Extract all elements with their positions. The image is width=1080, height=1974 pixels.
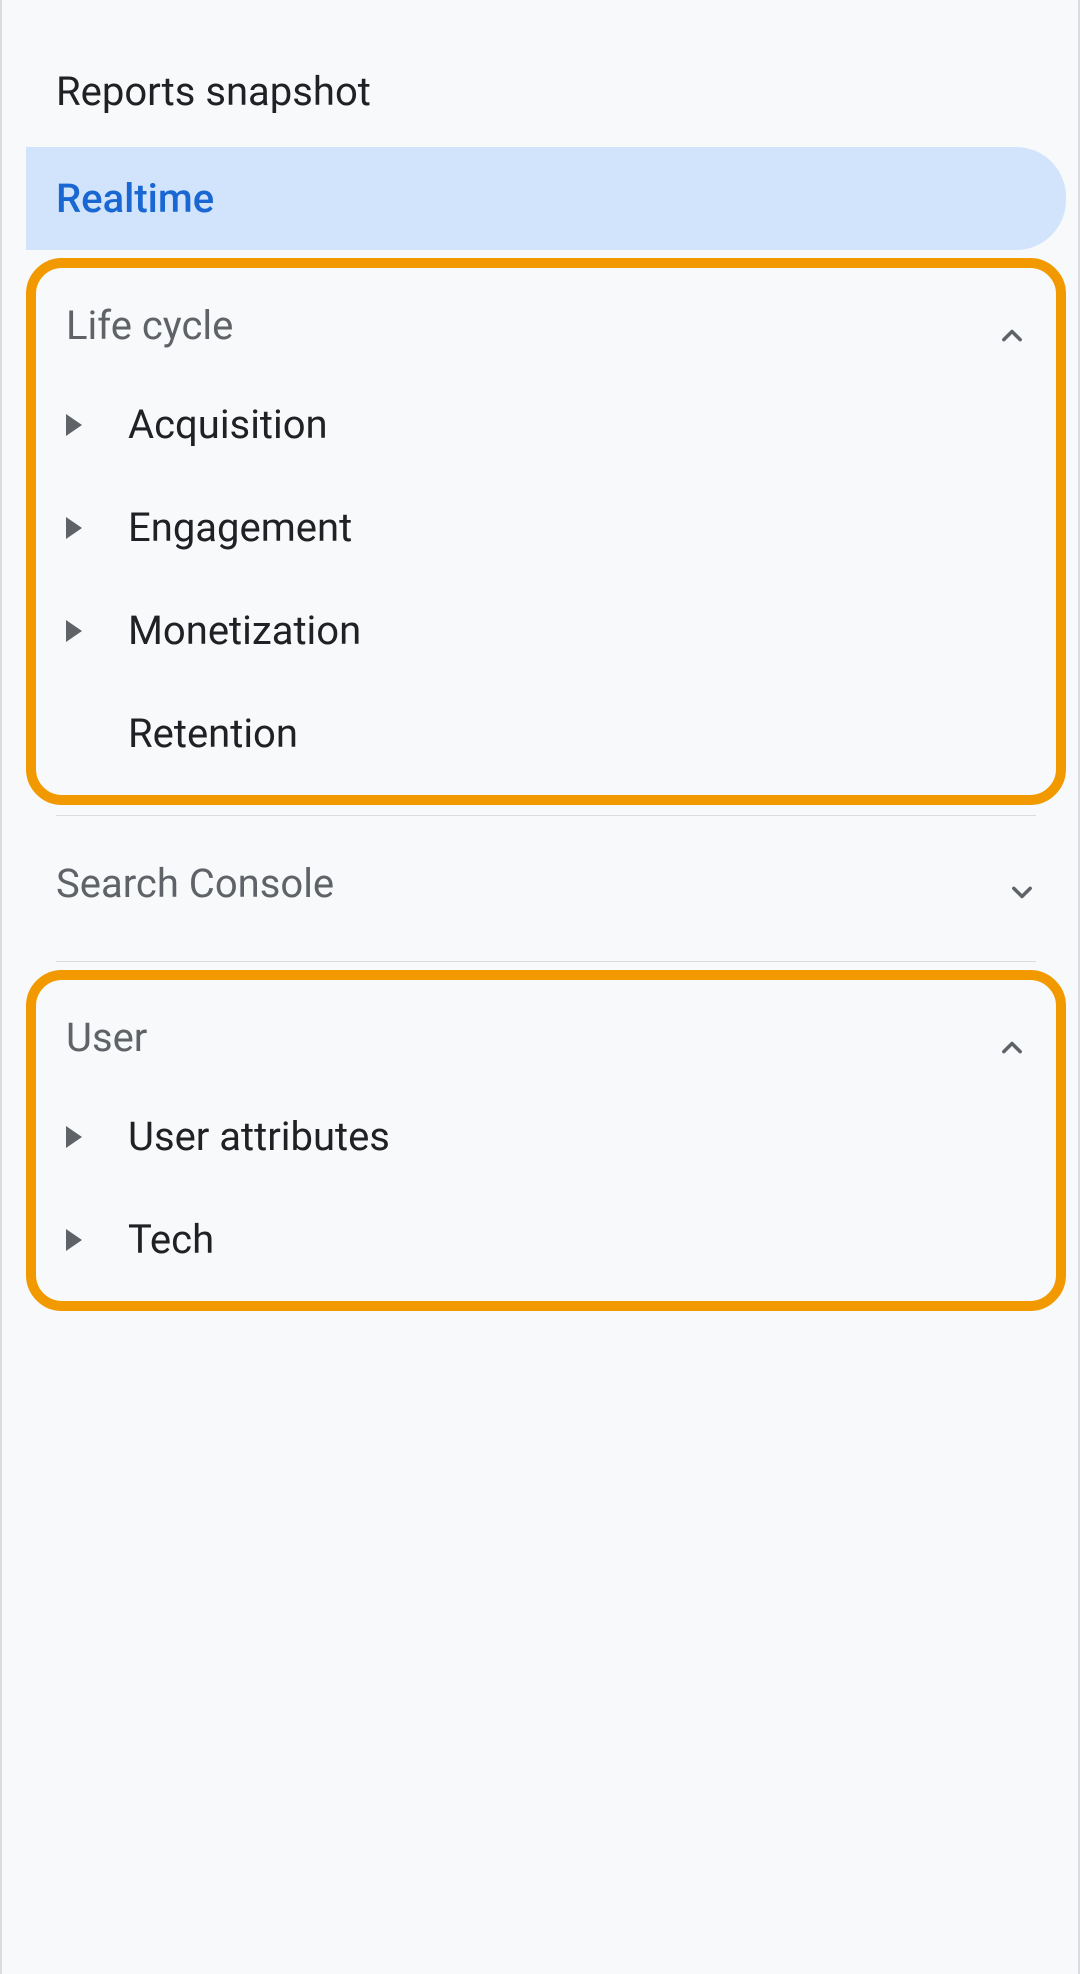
sub-item-tech[interactable]: Tech — [36, 1188, 1056, 1291]
nav-item-label: Reports snapshot — [56, 68, 371, 115]
sub-item-label: User attributes — [128, 1113, 390, 1160]
chevron-up-icon — [998, 1024, 1026, 1052]
sub-item-engagement[interactable]: Engagement — [36, 476, 1056, 579]
expand-triangle-icon — [66, 620, 82, 642]
reports-sidebar: Reports snapshot Realtime Life cycle Acq… — [0, 0, 1080, 1974]
section-title: Life cycle — [66, 302, 233, 349]
sub-item-label: Retention — [128, 710, 298, 757]
sub-item-label: Acquisition — [128, 401, 328, 448]
sub-item-label: Monetization — [128, 607, 361, 654]
section-title: User — [66, 1014, 147, 1061]
lifecycle-highlight-box: Life cycle Acquisition Engagement Moneti… — [26, 258, 1066, 805]
sub-item-acquisition[interactable]: Acquisition — [36, 373, 1056, 476]
nav-reports-snapshot[interactable]: Reports snapshot — [26, 40, 1066, 143]
section-header-lifecycle[interactable]: Life cycle — [36, 278, 1056, 373]
chevron-down-icon — [1008, 870, 1036, 898]
expand-triangle-icon — [66, 414, 82, 436]
expand-triangle-icon — [66, 1126, 82, 1148]
section-header-user[interactable]: User — [36, 990, 1056, 1085]
sub-item-user-attributes[interactable]: User attributes — [36, 1085, 1056, 1188]
nav-item-label: Realtime — [56, 175, 214, 222]
nav-realtime[interactable]: Realtime — [26, 147, 1066, 250]
expand-triangle-icon — [66, 1229, 82, 1251]
chevron-up-icon — [998, 312, 1026, 340]
sub-item-label: Engagement — [128, 504, 352, 551]
section-header-search-console[interactable]: Search Console — [26, 836, 1066, 931]
divider — [56, 961, 1036, 962]
section-title: Search Console — [56, 860, 334, 907]
sub-item-monetization[interactable]: Monetization — [36, 579, 1056, 682]
expand-triangle-icon — [66, 517, 82, 539]
sub-item-retention[interactable]: Retention — [36, 682, 1056, 785]
user-highlight-box: User User attributes Tech — [26, 970, 1066, 1311]
sub-item-label: Tech — [128, 1216, 214, 1263]
